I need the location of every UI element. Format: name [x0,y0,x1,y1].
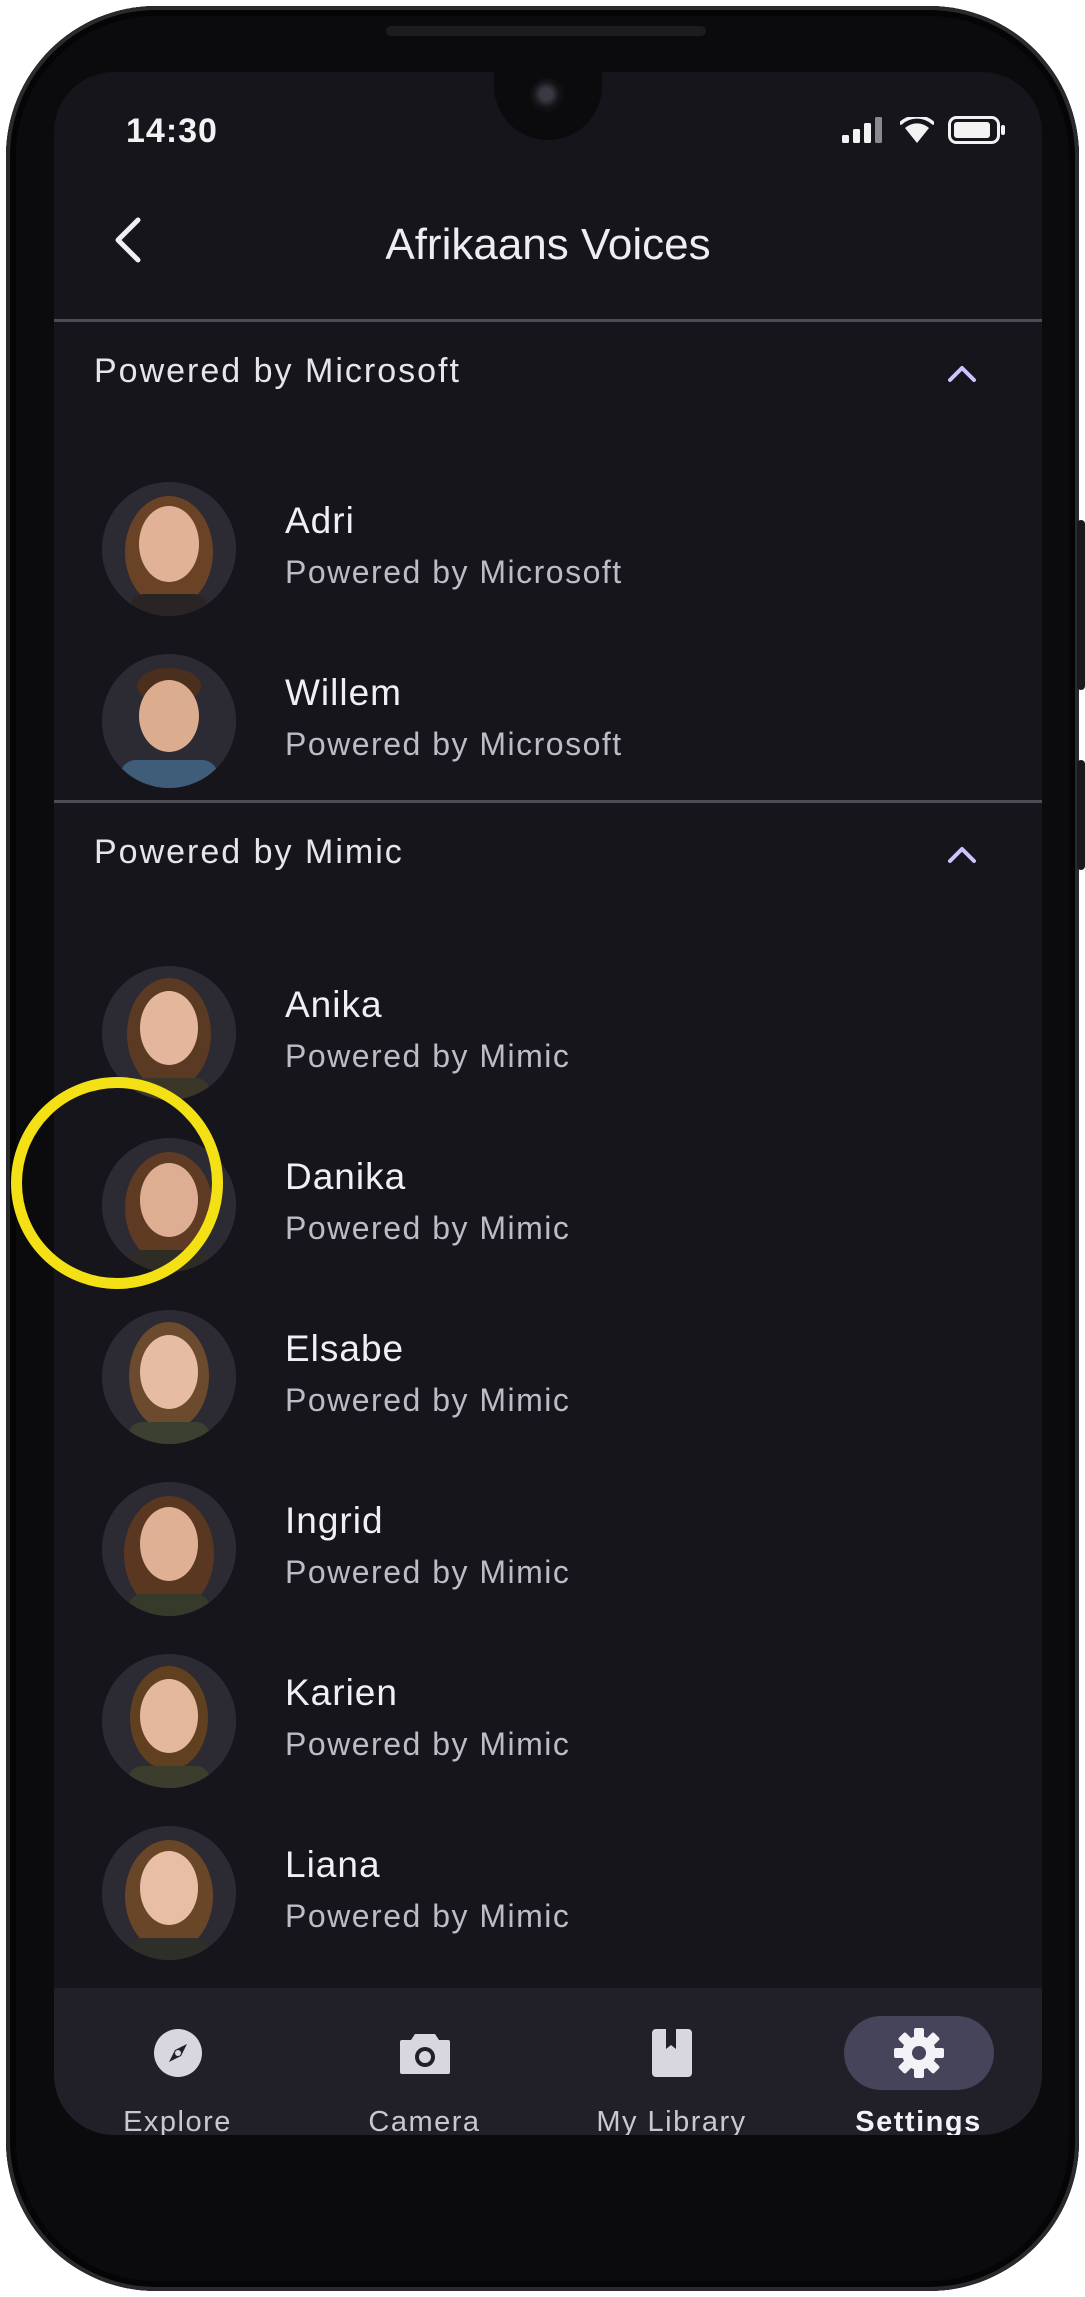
wifi-icon [900,117,934,143]
section-header-microsoft[interactable]: Powered by Microsoft [54,322,1042,422]
voice-item-adri[interactable]: Adri Powered by Microsoft [54,462,1042,634]
voice-name: Danika [285,1156,407,1197]
camera-icon [350,2016,500,2090]
avatar [102,654,236,788]
battery-icon [948,116,1005,144]
gear-icon [843,2016,994,2090]
voice-provider: Powered by Mimic [285,1898,571,1934]
avatar [102,1482,236,1616]
nav-explore[interactable]: Explore [54,1988,301,2135]
status-bar: 14:30 [54,72,1042,182]
nav-label: Explore [123,2106,232,2135]
chevron-up-icon[interactable] [942,835,982,875]
highlight-annotation-ring [11,1077,223,1289]
phone-screen: 14:30 Afrikaans Voices Powered by Micros… [54,72,1042,2135]
power-button [1077,760,1085,870]
voice-provider: Powered by Mimic [285,1726,571,1762]
voice-name: Adri [285,500,355,541]
earpiece-speaker [386,26,706,36]
voice-provider: Powered by Microsoft [285,726,623,762]
section-title: Powered by Microsoft [94,352,461,390]
chevron-up-icon[interactable] [942,354,982,394]
nav-label: My Library [596,2106,747,2135]
voice-name: Liana [285,1844,381,1885]
voice-provider: Powered by Mimic [285,1554,571,1590]
book-icon [597,2016,747,2090]
voice-name: Ingrid [285,1500,384,1541]
voice-provider: Powered by Mimic [285,1210,571,1246]
nav-settings[interactable]: Settings [795,1988,1042,2135]
page-title: Afrikaans Voices [385,220,711,269]
voice-item-ingrid[interactable]: Ingrid Powered by Mimic [54,1462,1042,1634]
voice-name: Anika [285,984,383,1025]
voice-item-anika[interactable]: Anika Powered by Mimic [54,946,1042,1118]
bottom-navigation: Explore Camera My Library Settings [54,1988,1042,2135]
voice-item-karien[interactable]: Karien Powered by Mimic [54,1634,1042,1806]
avatar [102,1826,236,1960]
volume-button [1077,520,1085,690]
voice-provider: Powered by Microsoft [285,554,623,590]
signal-icon [842,117,882,143]
compass-icon [103,2016,253,2090]
avatar [102,1310,236,1444]
voice-provider: Powered by Mimic [285,1382,571,1418]
nav-camera[interactable]: Camera [301,1988,548,2135]
status-time: 14:30 [126,112,218,150]
nav-my-library[interactable]: My Library [548,1988,795,2135]
section-title: Powered by Mimic [94,833,404,871]
voice-item-willem[interactable]: Willem Powered by Microsoft [54,634,1042,806]
voice-provider: Powered by Mimic [285,1038,571,1074]
section-header-mimic[interactable]: Powered by Mimic [54,803,1042,903]
voice-name: Karien [285,1672,398,1713]
phone-frame: 14:30 Afrikaans Voices Powered by Micros… [6,6,1079,2291]
voice-name: Elsabe [285,1328,405,1369]
voice-name: Willem [285,672,402,713]
nav-label: Settings [855,2106,982,2135]
voice-item-elsabe[interactable]: Elsabe Powered by Mimic [54,1290,1042,1462]
avatar [102,482,236,616]
app-bar: Afrikaans Voices [54,182,1042,322]
status-icons [842,116,1006,144]
avatar [102,1654,236,1788]
voice-item-liana[interactable]: Liana Powered by Mimic [54,1806,1042,1978]
nav-label: Camera [368,2106,481,2135]
